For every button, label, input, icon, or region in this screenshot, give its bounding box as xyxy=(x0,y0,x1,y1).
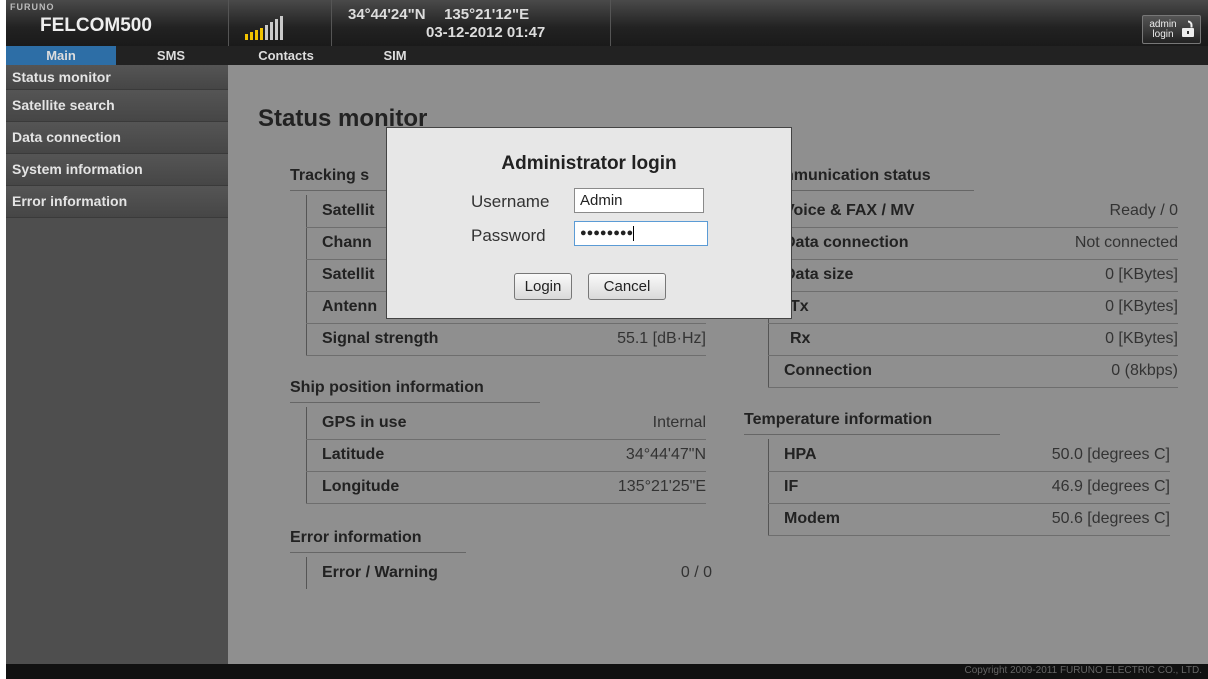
tracking-row-label: Satellit xyxy=(322,266,375,283)
top-nav: Main SMS Contacts SIM xyxy=(6,46,1208,65)
signal-strength-icon xyxy=(245,14,283,40)
data-size-value: 0 [KBytes] xyxy=(1105,266,1178,283)
signal-strength-value: 55.1 [dB·Hz] xyxy=(617,330,706,347)
dialog-title: Administrator login xyxy=(501,153,677,174)
sidebar-item-status-monitor[interactable]: Status monitor xyxy=(6,65,228,90)
temperature-information-title: Temperature information xyxy=(744,411,1000,435)
hpa-label: HPA xyxy=(784,446,817,463)
app-window: FURUNO FELCOM500 34°44'24"N 135°21'12"E … xyxy=(6,0,1208,679)
unlock-icon xyxy=(1182,20,1194,37)
copyright-text: Copyright 2009-2011 FURUNO ELECTRIC CO.,… xyxy=(964,665,1202,676)
cancel-button[interactable]: Cancel xyxy=(588,273,666,300)
error-warning-value: 0 / 0 xyxy=(680,564,712,581)
login-button[interactable]: Login xyxy=(514,273,572,300)
sidebar-item-system-information[interactable]: System information xyxy=(6,154,228,186)
position-time-area: 34°44'24"N 135°21'12"E 03-12-2012 01:47 xyxy=(332,0,611,46)
voice-fax-label: Voice & FAX / MV xyxy=(784,202,915,219)
communication-status-title: nmunication status xyxy=(784,167,974,191)
connection-row: Connection 0 (8kbps) xyxy=(768,355,1178,388)
if-label: IF xyxy=(784,478,799,495)
connection-value: 0 (8kbps) xyxy=(1111,362,1178,379)
connection-label: Connection xyxy=(784,362,872,379)
modem-row: Modem 50.6 [degrees C] xyxy=(768,503,1170,536)
tx-value: 0 [KBytes] xyxy=(1105,298,1178,315)
gps-in-use-label: GPS in use xyxy=(322,414,407,431)
error-information-title: Error information xyxy=(290,529,466,553)
header-bar: FURUNO FELCOM500 34°44'24"N 135°21'12"E … xyxy=(6,0,1208,46)
footer: Copyright 2009-2011 FURUNO ELECTRIC CO.,… xyxy=(6,664,1208,679)
sidebar-item-data-connection[interactable]: Data connection xyxy=(6,122,228,154)
username-input[interactable] xyxy=(574,188,704,213)
ship-position-title: Ship position information xyxy=(290,379,540,403)
tracking-row-label: Antenn xyxy=(322,298,378,315)
admin-login-dialog: Administrator login Username Password ●●… xyxy=(386,127,792,319)
rx-label: Rx xyxy=(790,330,811,347)
latitude-value: 34°44'47"N xyxy=(625,446,706,463)
voice-fax-value: Ready / 0 xyxy=(1109,202,1178,219)
data-size-label: Data size xyxy=(784,266,854,283)
modem-value: 50.6 [degrees C] xyxy=(1051,510,1170,527)
if-row: IF 46.9 [degrees C] xyxy=(768,471,1170,504)
username-label: Username xyxy=(471,192,550,211)
if-value: 46.9 [degrees C] xyxy=(1051,478,1170,495)
gps-in-use-value: Internal xyxy=(652,414,706,431)
tracking-row-label: Chann xyxy=(322,234,372,251)
text-cursor xyxy=(633,225,635,241)
tab-contacts[interactable]: Contacts xyxy=(246,46,326,65)
signal-strength-row: Signal strength 55.1 [dB·Hz] xyxy=(306,323,706,356)
sidebar: Status monitor Satellite search Data con… xyxy=(6,65,228,679)
password-label: Password xyxy=(471,226,546,245)
password-mask: ●●●●●●●● xyxy=(580,227,634,239)
rx-row: Rx 0 [KBytes] xyxy=(768,323,1178,356)
data-connection-label: Data connection xyxy=(784,234,909,251)
rx-value: 0 [KBytes] xyxy=(1105,330,1178,347)
tab-sms[interactable]: SMS xyxy=(116,46,226,65)
tx-row: Tx 0 [KBytes] xyxy=(768,291,1178,324)
tab-sim[interactable]: SIM xyxy=(370,46,420,65)
data-size-row: Data size 0 [KBytes] xyxy=(768,259,1178,292)
signal-area xyxy=(229,0,332,46)
voice-fax-row: Voice & FAX / MV Ready / 0 xyxy=(768,195,1178,228)
signal-strength-label: Signal strength xyxy=(322,330,439,347)
tracking-row-label: Satellit xyxy=(322,202,375,219)
hpa-value: 50.0 [degrees C] xyxy=(1051,446,1170,463)
product-name: FELCOM500 xyxy=(40,15,152,36)
header-datetime: 03-12-2012 01:47 xyxy=(426,24,546,41)
sidebar-item-error-information[interactable]: Error information xyxy=(6,186,228,218)
error-warning-row: Error / Warning 0 / 0 xyxy=(306,557,712,589)
modem-label: Modem xyxy=(784,510,840,527)
data-connection-value: Not connected xyxy=(1074,234,1178,251)
longitude-row: Longitude 135°21'25"E xyxy=(306,471,706,504)
data-connection-row: Data connection Not connected xyxy=(768,227,1178,260)
longitude-value: 135°21'25"E xyxy=(617,478,706,495)
tracking-status-title: Tracking s xyxy=(290,167,390,191)
admin-login-button[interactable]: admin login xyxy=(1142,15,1201,44)
error-warning-label: Error / Warning xyxy=(322,564,438,581)
admin-login-label: admin login xyxy=(1149,19,1177,40)
latitude-label: Latitude xyxy=(322,446,385,463)
tab-main[interactable]: Main xyxy=(6,46,116,65)
longitude-label: Longitude xyxy=(322,478,400,495)
gps-in-use-row: GPS in use Internal xyxy=(306,407,706,440)
password-input[interactable]: ●●●●●●●● xyxy=(574,221,708,246)
tx-label: Tx xyxy=(790,298,809,315)
brand-area: FURUNO FELCOM500 xyxy=(6,0,229,46)
latitude-row: Latitude 34°44'47"N xyxy=(306,439,706,472)
sidebar-item-satellite-search[interactable]: Satellite search xyxy=(6,90,228,122)
header-coordinates: 34°44'24"N 135°21'12"E xyxy=(348,6,530,23)
brand-logo: FURUNO xyxy=(10,2,55,12)
hpa-row: HPA 50.0 [degrees C] xyxy=(768,439,1170,472)
